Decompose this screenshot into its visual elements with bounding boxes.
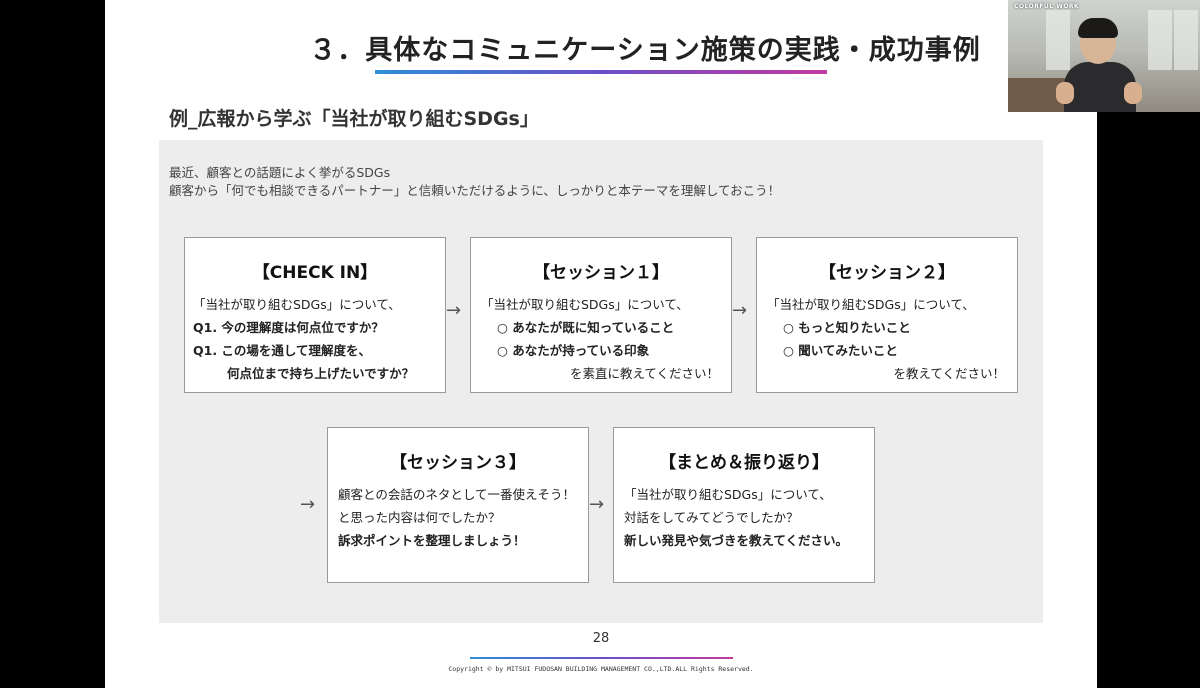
background-window: [1148, 10, 1172, 70]
session1-line: を素直に教えてください！: [569, 366, 719, 381]
checkin-line: 何点位まで持ち上げたいですか？: [227, 366, 415, 381]
title-underline: [375, 70, 827, 74]
session3-line: と思った内容は何でしたか？: [338, 510, 501, 525]
session3-line: 顧客との会話のネタとして一番使えそう！: [338, 487, 576, 502]
intro-line-2: 顧客から「何でも相談できるパートナー」と信頼いただけるように、しっかりと本テーマ…: [169, 183, 781, 198]
session2-line: 「当社が取り組むSDGs」について、: [767, 297, 975, 312]
background-window: [1174, 10, 1198, 70]
presentation-slide: ３．具体なコミュニケーション施策の実践・成功事例 例_広報から学ぶ「当社が取り組…: [105, 0, 1097, 688]
session1-line: 「当社が取り組むSDGs」について、: [481, 297, 689, 312]
checkin-line: Q1. この場を通して理解度を、: [193, 343, 372, 358]
session3-title: 【セッション３】: [390, 453, 526, 473]
session2-title: 【セッション２】: [819, 263, 955, 283]
arrow-3: →: [300, 494, 316, 515]
session3-line: 訴求ポイントを整理しましょう！: [338, 533, 526, 548]
session1-title: 【セッション１】: [533, 263, 669, 283]
session1-line: ○ あなたが既に知っていること: [497, 320, 675, 335]
checkin-line: 「当社が取り組むSDGs」について、: [193, 297, 401, 312]
background-window: [1046, 10, 1070, 70]
summary-line: 対話をしてみてどうでしたか？: [624, 510, 799, 525]
copyright-text: Copyright © by MITSUI FUDOSAN BUILDING M…: [448, 665, 754, 673]
intro-text: 最近、顧客との話題によく挙がるSDGs 顧客から「何でも相談できるパートナー」と…: [169, 164, 780, 200]
arrow-4: →: [589, 494, 605, 515]
webcam-video-feed[interactable]: COLORFUL WORK: [1008, 0, 1200, 112]
checkin-title: 【CHECK IN】: [252, 263, 378, 283]
checkin-line: Q1. 今の理解度は何点位ですか？: [193, 320, 384, 335]
session2-line: ○ もっと知りたいこと: [783, 320, 911, 335]
summary-line: 新しい発見や気づきを教えてください。: [624, 533, 849, 548]
footer-divider: [470, 657, 733, 659]
presenter-hair: [1078, 18, 1118, 38]
slide-subtitle: 例_広報から学ぶ「当社が取り組むSDGs」: [169, 108, 539, 130]
session2-line: を教えてください！: [893, 366, 1005, 381]
intro-line-1: 最近、顧客との話題によく挙がるSDGs: [169, 165, 391, 180]
session1-box: 【セッション１】 「当社が取り組むSDGs」について、 ○ あなたが既に知ってい…: [470, 237, 732, 393]
checkin-box: 【CHECK IN】 「当社が取り組むSDGs」について、 Q1. 今の理解度は…: [184, 237, 446, 393]
session1-line: ○ あなたが持っている印象: [497, 343, 650, 358]
slide-title: ３．具体なコミュニケーション施策の実践・成功事例: [309, 35, 981, 66]
session2-box: 【セッション２】 「当社が取り組むSDGs」について、 ○ もっと知りたいこと …: [756, 237, 1018, 393]
arrow-2: →: [732, 300, 748, 321]
page-number: 28: [592, 631, 610, 646]
session3-box: 【セッション３】 顧客との会話のネタとして一番使えそう！ と思った内容は何でした…: [327, 427, 589, 583]
presenter-hand: [1056, 82, 1074, 104]
summary-box: 【まとめ＆振り返り】 「当社が取り組むSDGs」について、 対話をしてみてどうで…: [613, 427, 875, 583]
presenter-hand: [1124, 82, 1142, 104]
session2-line: ○ 聞いてみたいこと: [783, 343, 898, 358]
arrow-1: →: [446, 300, 462, 321]
webcam-brand-logo: COLORFUL WORK: [1014, 3, 1080, 10]
summary-line: 「当社が取り組むSDGs」について、: [624, 487, 832, 502]
summary-title: 【まとめ＆振り返り】: [659, 453, 829, 473]
